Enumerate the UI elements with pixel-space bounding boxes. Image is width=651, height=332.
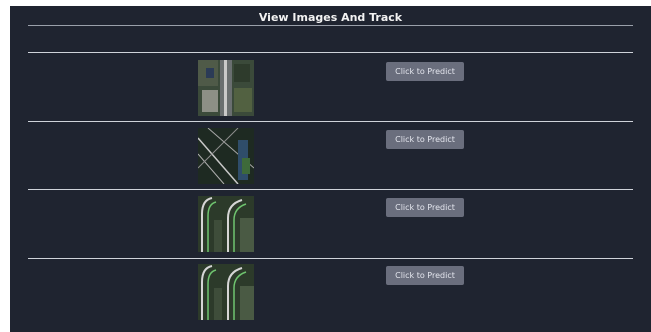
image-row: Click to Predict — [10, 56, 651, 124]
image-row: Click to Predict — [10, 260, 651, 328]
image-row: Click to Predict — [10, 192, 651, 260]
click-to-predict-button[interactable]: Click to Predict — [386, 62, 464, 81]
row-divider — [28, 189, 633, 190]
aerial-image-thumbnail[interactable] — [198, 264, 254, 320]
aerial-image-thumbnail[interactable] — [198, 128, 254, 184]
click-to-predict-button[interactable]: Click to Predict — [386, 130, 464, 149]
row-divider — [28, 258, 633, 259]
header-divider — [28, 52, 633, 53]
aerial-image-thumbnail[interactable] — [198, 60, 254, 116]
click-to-predict-button[interactable]: Click to Predict — [386, 198, 464, 217]
aerial-image-thumbnail[interactable] — [198, 196, 254, 252]
row-divider — [28, 121, 633, 122]
page-title: View Images And Track — [258, 11, 403, 24]
image-row: Click to Predict — [10, 124, 651, 192]
click-to-predict-button[interactable]: Click to Predict — [386, 266, 464, 285]
image-track-panel: View Images And Track Click to Predict C… — [10, 6, 651, 332]
title-divider — [28, 25, 633, 26]
